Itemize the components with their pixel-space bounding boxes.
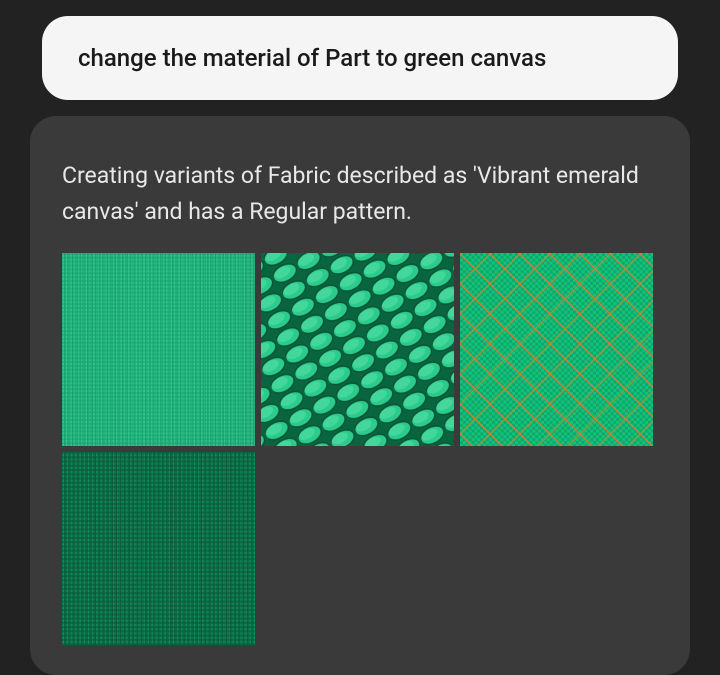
fabric-swatch-icon (460, 253, 653, 446)
swatch-canvas-dense[interactable] (62, 452, 255, 645)
fabric-swatch-icon (62, 452, 255, 645)
fabric-swatch-icon (62, 253, 255, 446)
swatch-grid (62, 253, 658, 645)
swatch-canvas-mesh[interactable] (460, 253, 653, 446)
fabric-swatch-icon (261, 253, 454, 446)
swatch-canvas-fine[interactable] (62, 253, 255, 446)
swatch-canvas-knit[interactable] (261, 253, 454, 446)
user-message-bubble: change the material of Part to green can… (42, 16, 678, 100)
response-description: Creating variants of Fabric described as… (62, 158, 658, 229)
user-message-text: change the material of Part to green can… (78, 44, 546, 72)
response-panel: Creating variants of Fabric described as… (30, 116, 690, 675)
